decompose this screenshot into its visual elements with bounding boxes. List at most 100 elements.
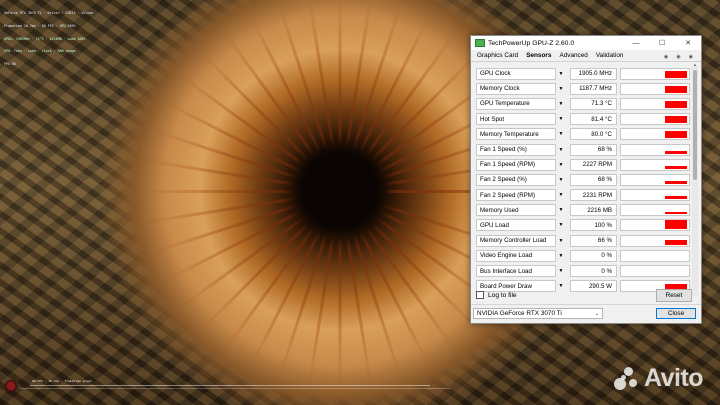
tab-graphics-card[interactable]: Graphics Card — [477, 52, 518, 59]
sensor-value: 71.3 °C — [570, 97, 617, 110]
sensor-row: Hot Spot ▼ 81.4 °C — [476, 112, 690, 127]
sensor-graph — [620, 158, 690, 171]
dropdown-arrow-icon[interactable]: ▼ — [557, 98, 565, 110]
sensor-row: Memory Temperature ▼ 80.0 °C — [476, 127, 690, 142]
eye-ray — [338, 28, 459, 193]
sensor-value: 66 % — [570, 234, 617, 247]
sensor-value: 1187.7 MHz — [570, 82, 617, 95]
dropdown-arrow-icon[interactable]: ▼ — [557, 113, 565, 125]
sensor-value: 68 % — [570, 143, 617, 156]
sensor-graph — [620, 82, 690, 95]
dropdown-arrow-icon[interactable]: ▼ — [557, 68, 565, 80]
sensor-value: 100 % — [570, 219, 617, 232]
sensor-graph — [620, 143, 690, 156]
sensor-graph-bar — [665, 212, 687, 215]
app-icon — [475, 39, 485, 47]
sensor-label: Fan 1 Speed (RPM) — [476, 158, 556, 171]
sensor-value: 81.4 °C — [570, 113, 617, 126]
eye-ray — [338, 190, 459, 355]
sensor-graph-bar — [665, 239, 687, 245]
sensor-label: Memory Controller Load — [476, 234, 556, 247]
dropdown-arrow-icon[interactable]: ▼ — [557, 128, 565, 140]
sensor-label: Video Engine Load — [476, 249, 556, 262]
sensor-label: GPU Load — [476, 219, 556, 232]
osd-line: CPU: Temp · Load · Clock · RAM usage — [4, 49, 76, 54]
scroll-thumb[interactable] — [693, 70, 697, 180]
dropdown-arrow-icon[interactable]: ▼ — [557, 250, 565, 262]
dropdown-arrow-icon[interactable]: ▼ — [557, 144, 565, 156]
sensor-row: Memory Controller Load ▼ 66 % — [476, 233, 690, 248]
refresh-icon[interactable]: ◉ — [676, 54, 680, 60]
sensor-graph — [620, 265, 690, 278]
sensor-value: 2216 MB — [570, 204, 617, 217]
frametime-graph: 60 FPS · 16.7ms · frametime graph — [0, 378, 470, 405]
sensor-value: 1905.0 MHz — [570, 67, 617, 80]
osd-line: GeForce RTX 3070 Ti · Driver · D3D12 · V… — [4, 11, 94, 16]
dropdown-arrow-icon[interactable]: ▼ — [557, 204, 565, 216]
dropdown-arrow-icon[interactable]: ▼ — [557, 159, 565, 171]
sensor-graph-bar — [665, 220, 687, 230]
sensor-row: GPU Clock ▼ 1905.0 MHz — [476, 66, 690, 81]
sensor-label: Memory Used — [476, 204, 556, 217]
title-bar[interactable]: TechPowerUp GPU-Z 2.60.0 — ☐ ✕ — [471, 36, 701, 50]
sensor-graph — [620, 234, 690, 247]
dropdown-arrow-icon[interactable]: ▼ — [557, 83, 565, 95]
sensor-label: Bus Interface Load — [476, 265, 556, 278]
sensor-graph-bar — [665, 116, 687, 124]
close-window-button[interactable]: ✕ — [675, 36, 701, 50]
tab-advanced[interactable]: Advanced — [559, 52, 587, 59]
tab-sensors[interactable]: Sensors — [526, 52, 551, 59]
dropdown-arrow-icon[interactable]: ▼ — [557, 235, 565, 247]
sensor-value: 68 % — [570, 173, 617, 186]
gpuz-window[interactable]: TechPowerUp GPU-Z 2.60.0 — ☐ ✕ Graphics … — [470, 35, 702, 324]
sensor-row: Video Engine Load ▼ 0 % — [476, 248, 690, 263]
sensor-graph — [620, 189, 690, 202]
dropdown-arrow-icon[interactable]: ▼ — [557, 265, 565, 277]
sensor-value: 2227 RPM — [570, 158, 617, 171]
eye-ray — [338, 0, 342, 192]
chevron-down-icon: ⌄ — [594, 310, 599, 317]
eye-ray — [177, 72, 341, 193]
sensor-graph — [620, 249, 690, 262]
graph-line — [30, 385, 430, 386]
avito-wordmark: Avito — [644, 364, 704, 392]
sensor-row: Fan 2 Speed (%) ▼ 68 % — [476, 172, 690, 187]
maximize-button[interactable]: ☐ — [649, 36, 675, 50]
dropdown-arrow-icon[interactable]: ▼ — [557, 219, 565, 231]
osd-line: FPS 60 — [4, 61, 16, 66]
sensor-graph-bar — [665, 131, 687, 139]
log-to-file-checkbox[interactable] — [476, 291, 484, 299]
tab-validation[interactable]: Validation — [596, 52, 624, 59]
osd-line: GPU1: 1905MHz · 71°C · 2216MB · Load 100… — [4, 36, 86, 41]
sensor-graph-bar — [665, 196, 687, 200]
sensor-label: Fan 1 Speed (%) — [476, 143, 556, 156]
gpu-selector[interactable]: NVIDIA GeForce RTX 3070 Ti ⌄ — [473, 308, 603, 319]
sensor-value: 80.0 °C — [570, 128, 617, 141]
minimize-button[interactable]: — — [623, 36, 649, 50]
sensor-graph — [620, 67, 690, 80]
close-button[interactable]: Close — [656, 308, 696, 319]
reset-button[interactable]: Reset — [656, 289, 692, 302]
graph-label: 60 FPS · 16.7ms · frametime graph — [32, 379, 92, 383]
hamburger-menu-icon[interactable]: ◉ — [689, 54, 693, 60]
gpu-selector-value: NVIDIA GeForce RTX 3070 Ti — [477, 310, 562, 317]
sensor-row: Memory Clock ▼ 1187.7 MHz — [476, 81, 690, 96]
osd-line: Frametime 16.7ms · 60 FPS · GPU 100% — [4, 24, 76, 29]
sensor-row: GPU Load ▼ 100 % — [476, 218, 690, 233]
sensor-scrollbar[interactable]: ▲ — [692, 62, 698, 296]
sensor-graph-bar — [665, 150, 687, 154]
window-title: TechPowerUp GPU-Z 2.60.0 — [488, 39, 575, 47]
camera-icon[interactable]: ◉ — [664, 54, 668, 60]
sensor-graph — [620, 97, 690, 110]
sensor-label: Fan 2 Speed (%) — [476, 173, 556, 186]
sensor-graph — [620, 113, 690, 126]
eye-ray — [177, 190, 341, 311]
scroll-up-icon[interactable]: ▲ — [692, 62, 698, 67]
sensor-label: Hot Spot — [476, 113, 556, 126]
window-controls: — ☐ ✕ — [623, 36, 701, 50]
avito-watermark: Avito — [612, 364, 704, 393]
dropdown-arrow-icon[interactable]: ▼ — [557, 174, 565, 186]
dropdown-arrow-icon[interactable]: ▼ — [557, 189, 565, 201]
eye-ray — [221, 190, 342, 355]
sensor-row: Memory Used ▼ 2216 MB — [476, 203, 690, 218]
